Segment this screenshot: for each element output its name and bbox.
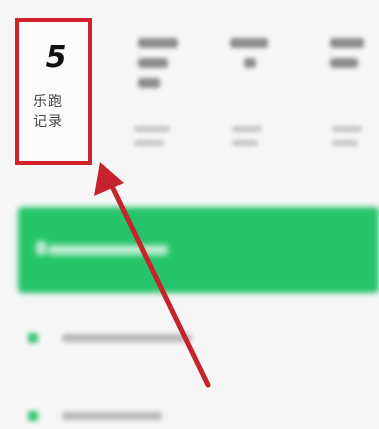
run-record-label: 乐跑 记录 bbox=[33, 92, 71, 132]
list-bullet-icon bbox=[28, 333, 38, 343]
run-record-label-line1: 乐跑 bbox=[33, 94, 63, 110]
stat-column-blurred[interactable] bbox=[138, 38, 190, 98]
start-run-button[interactable] bbox=[18, 207, 379, 293]
stat-subtext-blurred bbox=[134, 126, 178, 154]
stat-subtext-blurred bbox=[332, 126, 376, 154]
app-screen: 5 乐跑 记录 bbox=[0, 0, 379, 429]
run-record-label-line2: 记录 bbox=[33, 114, 63, 130]
stat-column-blurred[interactable] bbox=[230, 38, 282, 78]
list-item[interactable] bbox=[28, 330, 228, 346]
run-icon bbox=[36, 241, 46, 255]
run-count-value: 5 bbox=[45, 40, 67, 75]
start-run-label bbox=[48, 245, 168, 255]
run-record-stat[interactable]: 5 乐跑 记录 bbox=[15, 18, 92, 165]
stat-column-blurred[interactable] bbox=[330, 38, 379, 78]
stat-subtext-blurred bbox=[232, 126, 276, 154]
list-item[interactable] bbox=[28, 408, 228, 424]
list-bullet-icon bbox=[28, 411, 38, 421]
